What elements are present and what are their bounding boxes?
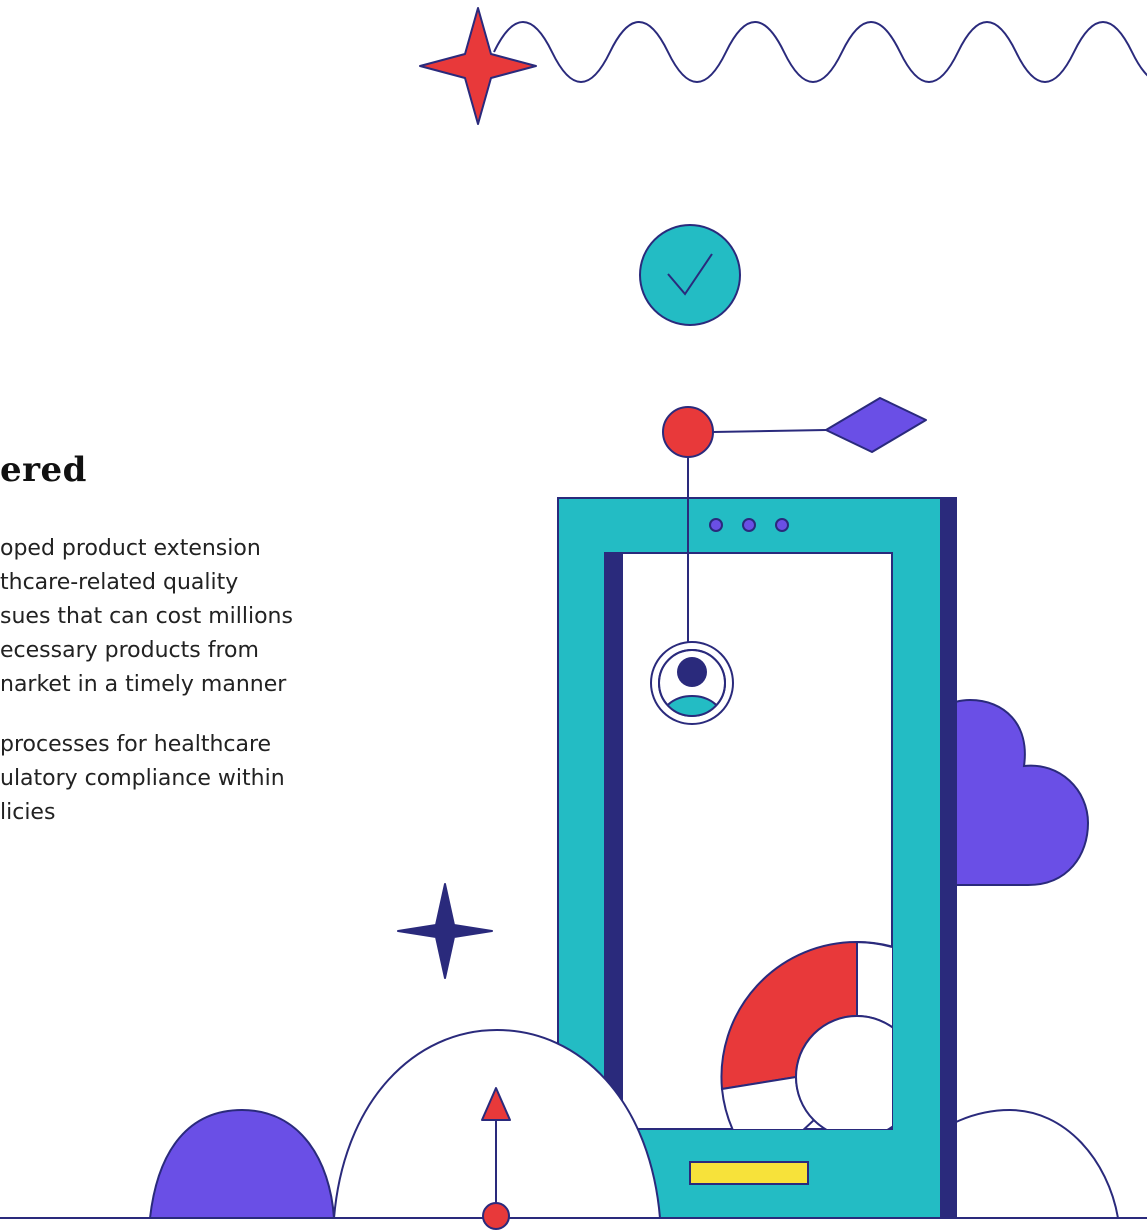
- pin-connector-line: [712, 429, 827, 433]
- phone-dot-icon: [742, 518, 756, 532]
- purple-diamond-icon: [825, 397, 927, 453]
- checkmark-circle-icon: [639, 224, 741, 326]
- pin-dot-icon: [662, 406, 714, 458]
- illustration: [0, 7, 1147, 1230]
- red-sparkle-icon: [419, 7, 537, 125]
- phone-home-bar: [689, 1161, 809, 1185]
- phone-dot-icon: [709, 518, 723, 532]
- wave-line-icon: [493, 21, 1147, 83]
- page: ered oped product extension thcare-relat…: [0, 0, 1147, 1230]
- navy-sparkle-icon: [397, 883, 493, 979]
- phone-dot-icon: [775, 518, 789, 532]
- arrow-base-dot-icon: [482, 1202, 510, 1230]
- hill-dome-icon: [148, 1108, 336, 1219]
